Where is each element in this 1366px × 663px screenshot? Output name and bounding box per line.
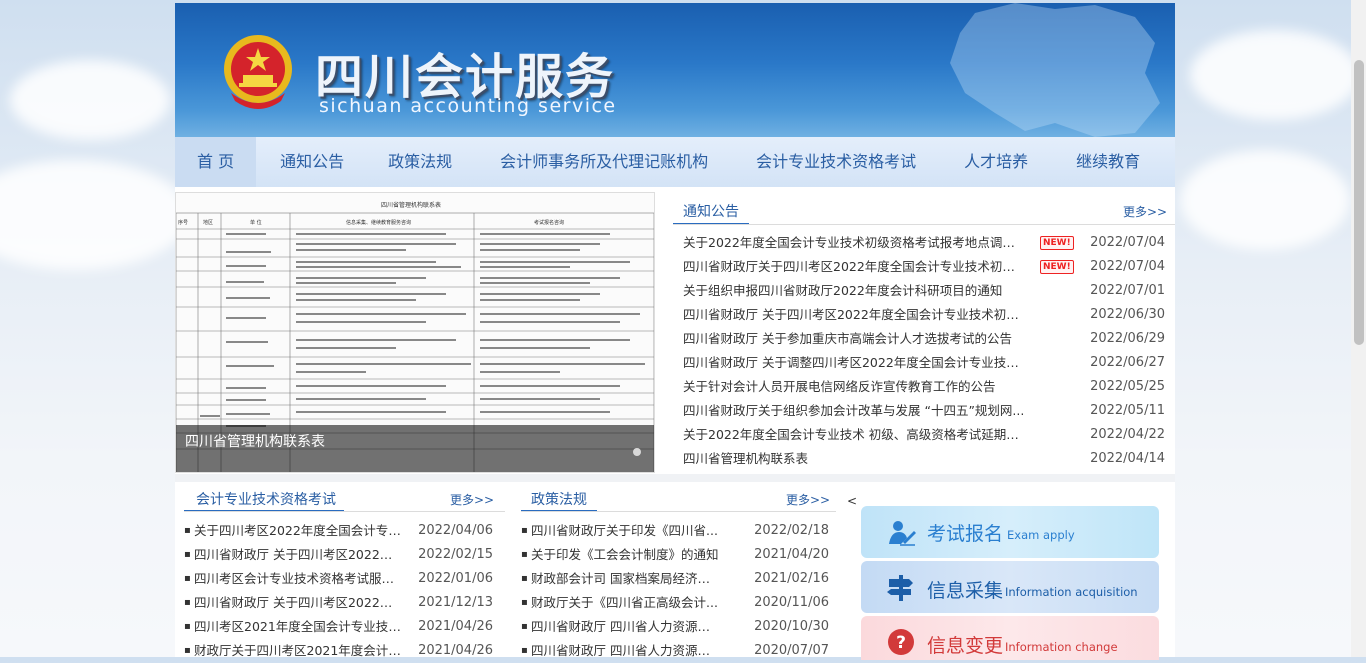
exam-apply-button[interactable]: 考试报名 Exam apply xyxy=(861,506,1159,558)
list-item[interactable]: 四川省财政厅 关于四川考区2022年度全国会计专业技术初级、高级...2022/… xyxy=(683,303,1167,327)
exam-more-link[interactable]: 更多>> xyxy=(450,491,494,508)
exam-divider xyxy=(184,511,505,512)
list-item[interactable]: ▪ 财政厅关于《四川省正高级会计... 2020/11/06 xyxy=(521,591,829,615)
list-item[interactable]: 关于2022年度全国会计专业技术 初级、高级资格考试延期举行... 2022/04… xyxy=(683,423,1167,447)
svg-text:?: ? xyxy=(896,633,906,653)
info-change-label: 信息变更 xyxy=(927,635,1004,657)
list-item[interactable]: ▪ 四川省财政厅 四川省人力资源和... 2020/07/07 xyxy=(521,639,829,663)
new-badge: NEW! xyxy=(1040,260,1074,274)
doc-header-unit: 单 位 xyxy=(250,219,262,226)
services-prev-arrow[interactable]: < xyxy=(847,494,857,508)
page-container: 四川会计服务 sichuan accounting service 首 页 通知… xyxy=(175,3,1175,660)
nav-firms[interactable]: 会计师事务所及代理记账机构 xyxy=(482,137,738,187)
list-item[interactable]: ▪ 四川省财政厅 四川省人力资源和... 2020/10/30 xyxy=(521,615,829,639)
exam-apply-en-label: Exam apply xyxy=(1007,528,1075,542)
slider-caption[interactable]: 四川省管理机构联系表 xyxy=(185,431,325,451)
notices-divider xyxy=(673,224,1175,225)
person-write-icon xyxy=(889,521,916,546)
bg-cloud xyxy=(10,60,170,140)
info-acquisition-label: 信息采集 xyxy=(927,580,1004,602)
policy-list: ▪ 四川省财政厅关于印发《四川省... 2022/02/18 ▪ 关于印发《工会会计制… xyxy=(521,519,829,663)
policy-title[interactable]: 政策法规 xyxy=(531,489,587,509)
list-item[interactable]: 四川省管理机构联系表 2022/04/14 xyxy=(683,447,1167,471)
doc-header-no: 序号 xyxy=(178,219,188,226)
list-item[interactable]: ▪ 关于印发《工会会计制度》的通知 2021/04/20 xyxy=(521,543,829,567)
list-item[interactable]: ▪ 四川省财政厅 关于四川考区2022年度... 2022/02/15 xyxy=(184,543,493,567)
exam-apply-label: 考试报名 xyxy=(927,523,1004,545)
site-subtitle: sichuan accounting service xyxy=(319,95,617,117)
exam-list: ▪ 关于四川考区2022年度全国会计专业... 2022/04/06 ▪ 四川省财政厅… xyxy=(184,519,493,663)
info-acquisition-en-label: Information acquisition xyxy=(1005,585,1138,599)
list-item[interactable]: 四川省财政厅关于组织参加会计改革与发展 “十四五”规划网... 2022/05/1… xyxy=(683,399,1167,423)
notices-more-link[interactable]: 更多>> xyxy=(1123,203,1167,220)
national-emblem-icon xyxy=(224,35,292,109)
notices-title[interactable]: 通知公告 xyxy=(683,201,739,221)
list-item[interactable]: 关于2022年度全国会计专业技术初级资格考试报考地点调转及... NEW! 2022… xyxy=(683,231,1167,255)
doc-header-region: 地区 xyxy=(203,219,213,226)
doc-header-info: 信息采集、继续教育服务咨询 xyxy=(346,219,411,226)
list-item[interactable]: ▪ 四川考区2021年度全国会计专业技术... 2021/04/26 xyxy=(184,615,493,639)
info-acquisition-button[interactable]: 信息采集 Information acquisition xyxy=(861,561,1159,613)
nav-home[interactable]: 首 页 xyxy=(175,137,257,187)
info-change-en-label: Information change xyxy=(1005,640,1118,654)
doc-title: 四川省管理机构联系表 xyxy=(381,201,441,209)
nav-talent[interactable]: 人才培养 xyxy=(946,137,1058,187)
list-item[interactable]: ▪ 四川省财政厅关于印发《四川省... 2022/02/18 xyxy=(521,519,829,543)
new-badge: NEW! xyxy=(1040,236,1074,250)
bg-cloud xyxy=(0,160,190,270)
doc-header-exam: 考试报名咨询 xyxy=(534,219,564,226)
nav-policy[interactable]: 政策法规 xyxy=(370,137,482,187)
section-separator xyxy=(175,474,1175,482)
list-item[interactable]: 关于针对会计人员开展电信网络反诈宣传教育工作的公告 2022/05/25 xyxy=(683,375,1167,399)
policy-more-link[interactable]: 更多>> xyxy=(786,491,830,508)
list-item[interactable]: ▪ 财政部会计司 国家档案局经济科... 2021/02/16 xyxy=(521,567,829,591)
list-item[interactable]: 关于组织申报四川省财政厅2022年度会计科研项目的通知 2022/07/01 xyxy=(683,279,1167,303)
list-item[interactable]: ▪ 财政厅关于四川考区2021年度会计初... 2021/04/26 xyxy=(184,639,493,663)
list-item[interactable]: ▪ 四川省财政厅 关于四川考区2022年度... 2021/12/13 xyxy=(184,591,493,615)
info-change-button[interactable]: ? 信息变更 Information change xyxy=(861,616,1159,660)
scrollbar-thumb[interactable] xyxy=(1354,60,1364,345)
bg-cloud xyxy=(1180,150,1350,250)
signpost-icon xyxy=(887,575,913,601)
nav-education[interactable]: 继续教育 xyxy=(1058,137,1140,187)
list-item[interactable]: ▪ 四川考区会计专业技术资格考试服务事... 2022/01/06 xyxy=(184,567,493,591)
bg-cloud xyxy=(1190,30,1360,120)
nav-notices[interactable]: 通知公告 xyxy=(256,137,370,187)
notices-list: 关于2022年度全国会计专业技术初级资格考试报考地点调转及... NEW! 2022… xyxy=(683,231,1167,471)
nav-exam[interactable]: 会计专业技术资格考试 xyxy=(738,137,946,187)
question-icon: ? xyxy=(888,629,914,655)
list-item[interactable]: 四川省财政厅关于四川考区2022年度全国会计专业技术初级资... NEW! 2022… xyxy=(683,255,1167,279)
main-nav: 首 页 通知公告 政策法规 会计师事务所及代理记账机构 会计专业技术资格考试 人… xyxy=(175,137,1175,187)
sichuan-map-icon xyxy=(950,3,1160,137)
exam-title[interactable]: 会计专业技术资格考试 xyxy=(196,489,336,509)
slider-dot-icon[interactable] xyxy=(632,447,642,457)
list-item[interactable]: 四川省财政厅 关于参加重庆市高端会计人才选拔考试的公告 2022/06/29 xyxy=(683,327,1167,351)
header-banner: 四川会计服务 sichuan accounting service xyxy=(175,3,1175,137)
list-item[interactable]: 四川省财政厅 关于调整四川考区2022年度全国会计专业技术初... 2022/06… xyxy=(683,351,1167,375)
list-item[interactable]: ▪ 关于四川考区2022年度全国会计专业... 2022/04/06 xyxy=(184,519,493,543)
policy-divider xyxy=(521,511,836,512)
image-slider[interactable]: 四川省管理机构联系表 序号 地区 单 位 信息采集、继续教育服务咨询 考试报名咨… xyxy=(175,192,655,473)
